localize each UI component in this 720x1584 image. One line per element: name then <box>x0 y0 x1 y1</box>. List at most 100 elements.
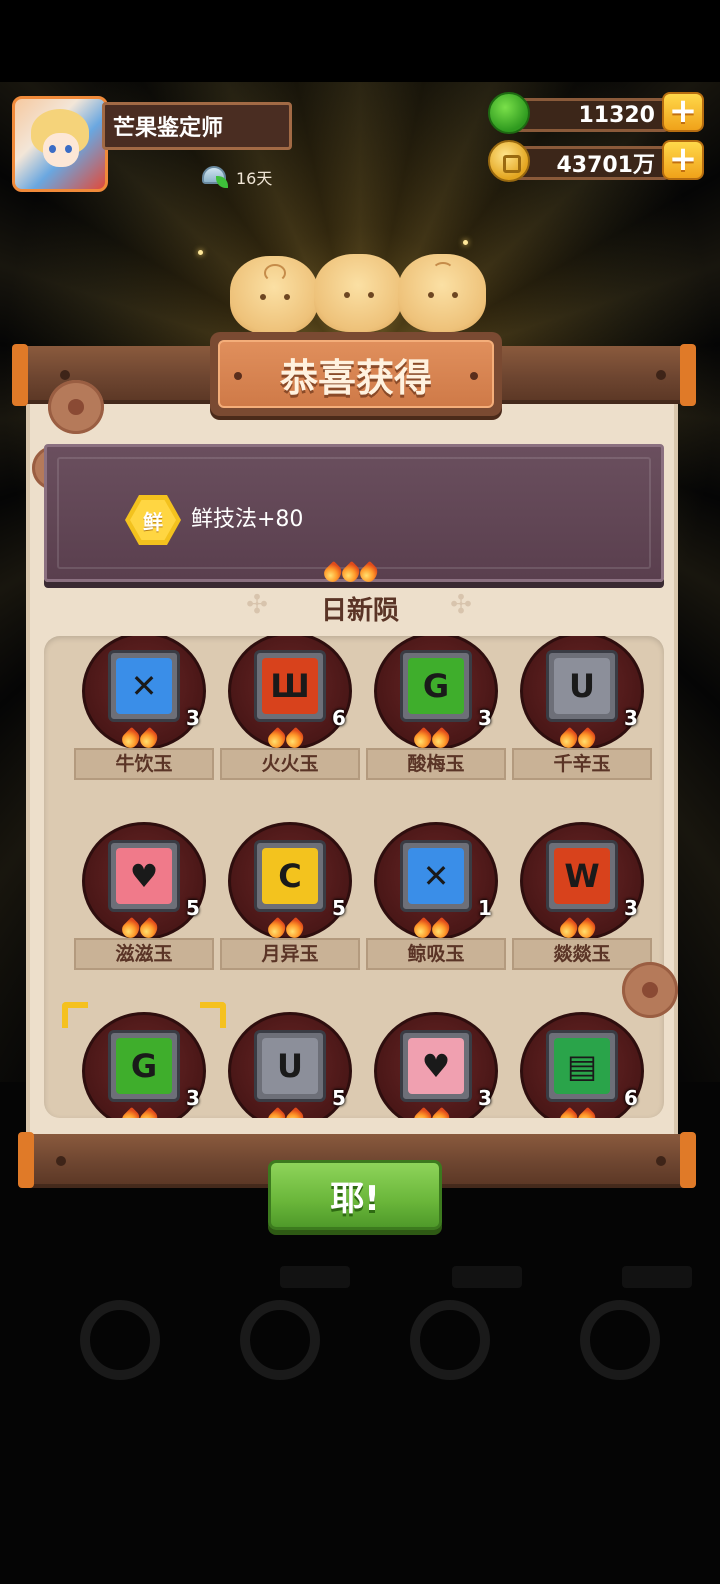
flame-icon <box>268 1108 286 1118</box>
jade-tile-icon: G <box>108 1030 180 1102</box>
item-label: 火火玉 <box>220 748 360 780</box>
rating-flames <box>324 562 378 584</box>
item-flames <box>414 728 450 750</box>
item-count: 3 <box>186 1086 200 1110</box>
reward-item[interactable]: ✕ 1 鲸吸玉 <box>366 822 506 982</box>
flame-icon <box>268 918 286 940</box>
reward-item[interactable]: W 3 燚燚玉 <box>512 822 652 982</box>
confirm-button[interactable]: 耶! <box>268 1160 442 1230</box>
item-flames <box>122 1108 158 1118</box>
flame-icon <box>122 918 140 940</box>
item-count: 3 <box>186 706 200 730</box>
jade-tile-icon: G <box>400 650 472 722</box>
selection-corner <box>200 1002 226 1028</box>
reward-text: 鲜技法+80 <box>191 507 304 532</box>
title-plate: 恭喜获得 <box>210 332 502 416</box>
flame-icon <box>286 1108 304 1118</box>
background-decor <box>410 1300 490 1380</box>
avatar[interactable] <box>12 96 108 192</box>
reward-item[interactable]: ▤ 6 <box>512 1012 652 1118</box>
coin-currency: 43701万 + <box>488 140 706 184</box>
reward-item[interactable]: Ш 6 火火玉 <box>220 636 360 792</box>
reward-item[interactable]: G 3 酸梅玉 <box>366 636 506 792</box>
add-coins-button[interactable]: + <box>662 140 704 180</box>
background-decor <box>622 1266 692 1288</box>
flame-icon <box>268 728 286 750</box>
reward-item[interactable]: G3 <box>74 1012 214 1118</box>
flame-icon <box>140 918 158 940</box>
flame-icon <box>432 1108 450 1118</box>
reward-item[interactable]: ♥ 5 滋滋玉 <box>74 822 214 982</box>
reward-item[interactable]: U 3 千辛玉 <box>512 636 652 792</box>
flame-icon <box>342 562 360 584</box>
jade-tile-icon: W <box>546 840 618 912</box>
background-decor <box>80 1300 160 1380</box>
jade-tile-icon: C <box>254 840 326 912</box>
add-jade-button[interactable]: + <box>662 92 704 132</box>
sparkle <box>198 250 203 255</box>
jade-tile-icon: ♥ <box>108 840 180 912</box>
flame-icon <box>578 918 596 940</box>
days-text: 16天 <box>236 169 273 188</box>
item-count: 6 <box>624 1086 638 1110</box>
item-flames <box>414 1108 450 1118</box>
item-flames <box>268 1108 304 1118</box>
item-flames <box>560 1108 596 1118</box>
jade-tile-icon: U <box>254 1030 326 1102</box>
flame-icon <box>578 1108 596 1118</box>
ornament-icon: ✣ <box>450 590 472 620</box>
jade-tile-icon: ✕ <box>400 840 472 912</box>
reward-item[interactable]: U5 <box>220 1012 360 1118</box>
item-flames <box>268 728 304 750</box>
sparkle <box>463 240 468 245</box>
flame-icon <box>140 728 158 750</box>
selection-corner <box>62 1002 88 1028</box>
jade-tile-icon: ▤ <box>546 1030 618 1102</box>
item-count: 5 <box>332 1086 346 1110</box>
reward-grid: ✕ 3 牛饮玉 Ш 6 火火玉 G 3 酸梅玉 U 3 千辛玉 ♥ 5 滋滋玉 C 5 月异玉 ✕ 1 鲸吸玉 W 3 燚燚玉… <box>44 636 664 1118</box>
item-flames <box>122 728 158 750</box>
flame-icon <box>286 728 304 750</box>
bun-mascot <box>230 256 318 334</box>
flame-icon <box>560 728 578 750</box>
item-label: 月异玉 <box>220 938 360 970</box>
item-label: 千辛玉 <box>512 748 652 780</box>
flame-icon <box>414 728 432 750</box>
item-label: 酸梅玉 <box>366 748 506 780</box>
background-decor <box>580 1300 660 1380</box>
coin-amount: 43701万 <box>510 146 670 180</box>
jade-currency: 11320 + <box>488 92 706 136</box>
item-count: 3 <box>478 706 492 730</box>
flame-icon <box>360 562 378 584</box>
item-flames <box>122 918 158 940</box>
flame-icon <box>560 1108 578 1118</box>
reward-item[interactable]: ♥ 3 <box>366 1012 506 1118</box>
flame-icon <box>122 1108 140 1118</box>
item-label: 燚燚玉 <box>512 938 652 970</box>
growth-icon <box>200 162 230 192</box>
jade-amount: 11320 <box>510 98 670 132</box>
item-count: 3 <box>624 706 638 730</box>
reward-item[interactable]: C 5 月异玉 <box>220 822 360 982</box>
reward-item[interactable]: ✕ 3 牛饮玉 <box>74 636 214 792</box>
jade-tile-icon: U <box>546 650 618 722</box>
background-decor <box>280 1266 350 1288</box>
item-count: 5 <box>186 896 200 920</box>
bun-mascot <box>398 254 486 332</box>
item-count: 5 <box>332 896 346 920</box>
flame-icon <box>560 918 578 940</box>
jade-tile-icon: ✕ <box>108 650 180 722</box>
item-count: 1 <box>478 896 492 920</box>
flame-icon <box>414 918 432 940</box>
item-flames <box>414 918 450 940</box>
flame-icon <box>140 1108 158 1118</box>
days-indicator[interactable]: 16天 <box>200 162 272 192</box>
flower-ornament <box>48 380 104 434</box>
flower-ornament <box>622 962 678 1018</box>
bun-mascot <box>314 254 402 332</box>
item-label: 鲸吸玉 <box>366 938 506 970</box>
flame-icon <box>324 562 342 584</box>
coin-icon <box>488 140 530 182</box>
background-decor <box>452 1266 522 1288</box>
flame-icon <box>432 918 450 940</box>
